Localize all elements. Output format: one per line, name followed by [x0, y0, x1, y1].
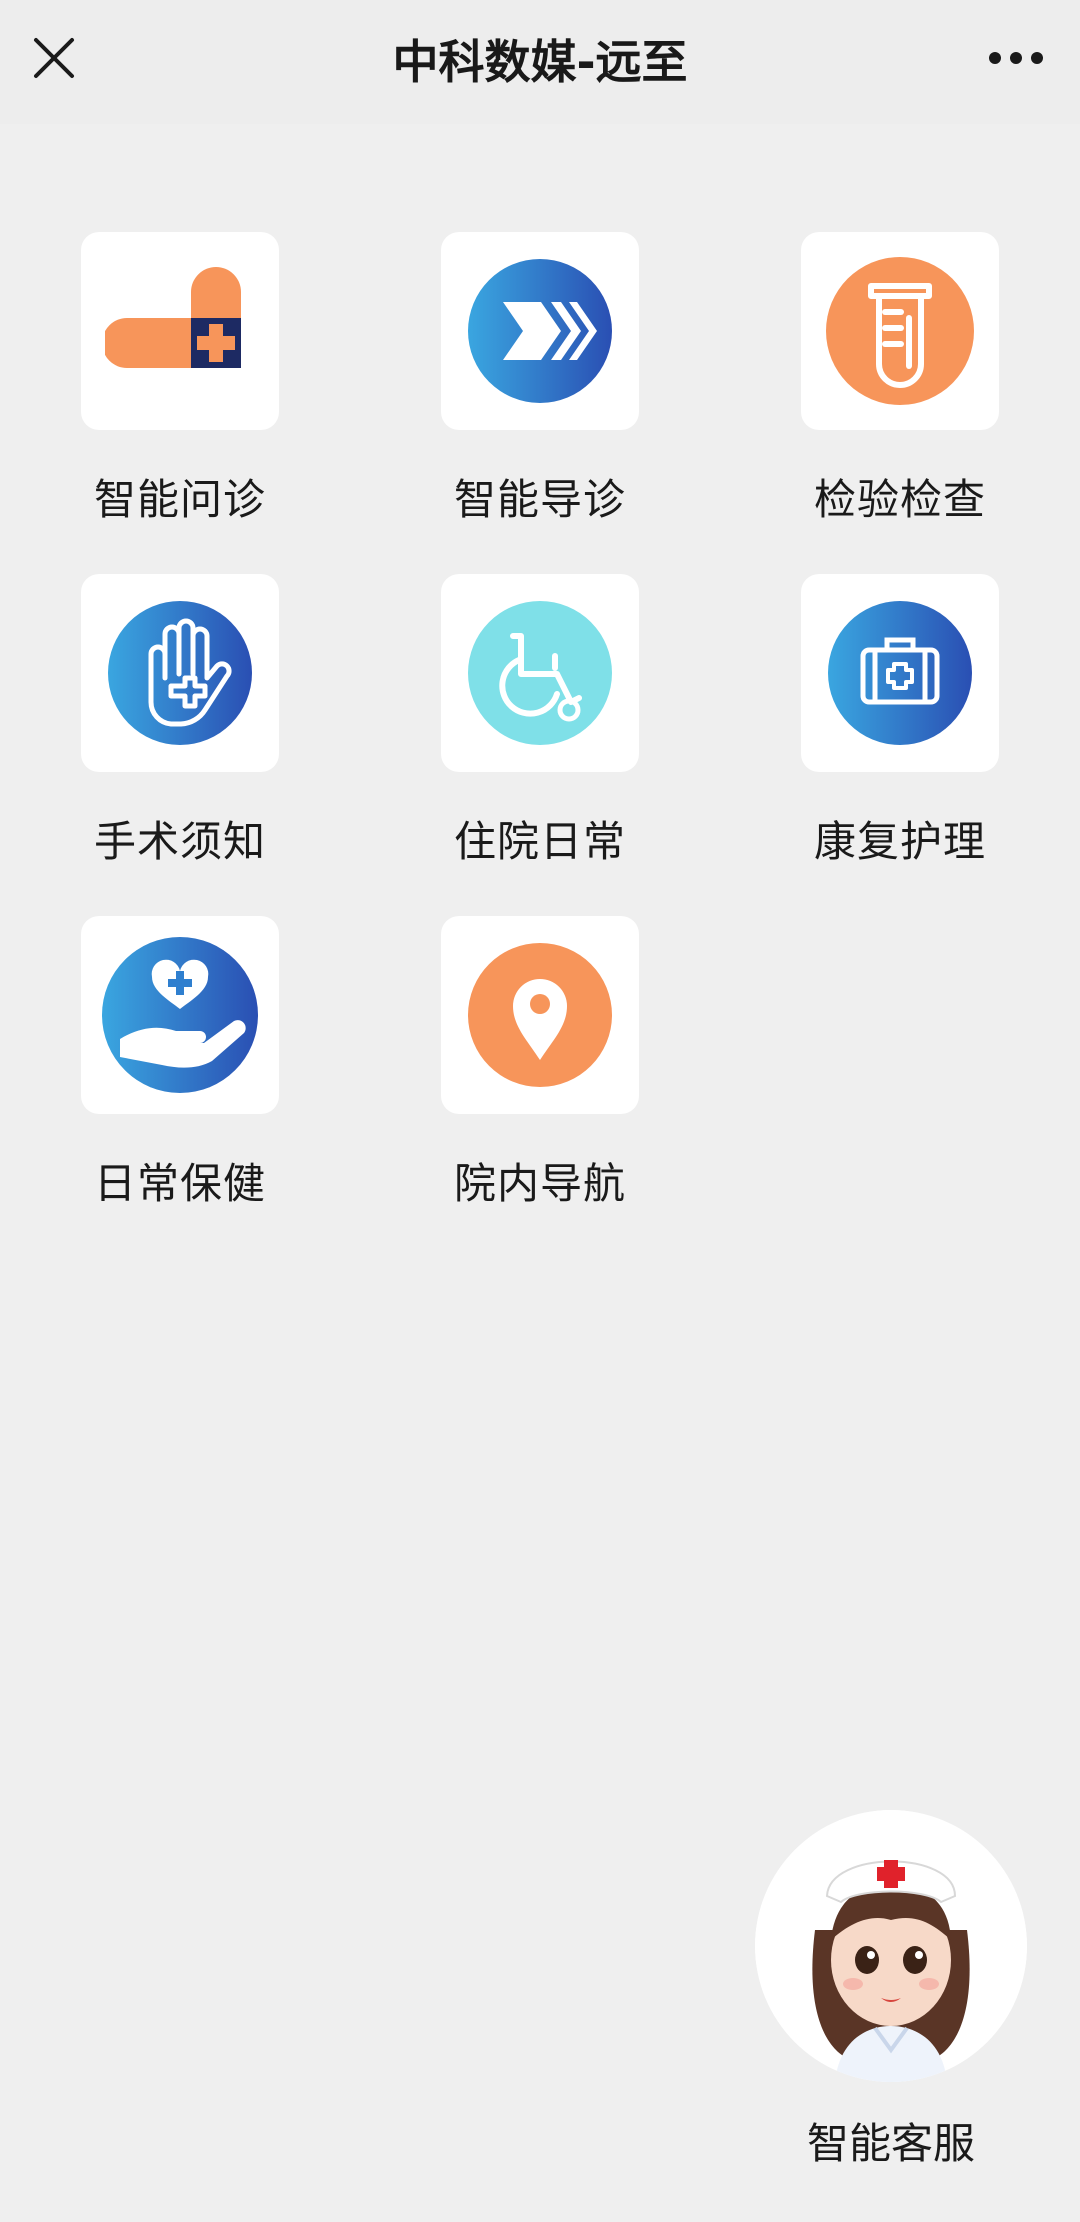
tile-icon-box — [441, 574, 639, 772]
hand-heart-icon — [102, 937, 258, 1093]
page-title: 中科数媒-远至 — [392, 35, 688, 89]
tile-hospital-navigation[interactable]: 院内导航 — [420, 916, 660, 1211]
tile-label: 手术须知 — [93, 817, 266, 866]
tile-icon-box — [81, 574, 279, 772]
tile-label: 康复护理 — [813, 817, 986, 866]
smart-customer-service[interactable]: 智能客服 — [754, 1810, 1028, 2171]
tile-hospital-daily[interactable]: 住院日常 — [420, 574, 660, 869]
close-button[interactable] — [24, 28, 84, 88]
tile-label: 住院日常 — [453, 817, 626, 866]
tile-icon-box — [801, 574, 999, 772]
nurse-avatar — [755, 1810, 1027, 2082]
more-icon — [989, 52, 1043, 64]
test-tube-icon — [826, 257, 974, 405]
location-pin-icon — [468, 943, 612, 1087]
tile-rehab-care[interactable]: 康复护理 — [780, 574, 1020, 869]
tile-icon-box — [81, 916, 279, 1114]
tile-label: 检验检查 — [813, 475, 986, 524]
tile-smart-guidance[interactable]: 智能导诊 — [420, 232, 660, 527]
medical-cross-bandage-icon — [105, 267, 241, 368]
hand-cross-icon — [108, 601, 252, 745]
tile-label: 院内导航 — [453, 1159, 626, 1208]
chevron-forward-icon — [468, 259, 612, 403]
tile-label: 日常保健 — [93, 1159, 266, 1208]
tile-icon-box — [441, 232, 639, 430]
medical-kit-icon — [828, 601, 972, 745]
top-bar: 中科数媒-远至 — [0, 0, 1080, 124]
tile-icon-box — [801, 232, 999, 430]
tile-label: 智能导诊 — [453, 475, 626, 524]
more-button[interactable] — [976, 28, 1056, 88]
tile-icon-box — [81, 232, 279, 430]
tile-icon-box — [441, 916, 639, 1114]
tile-surgery-notice[interactable]: 手术须知 — [60, 574, 300, 869]
tile-daily-health[interactable]: 日常保健 — [60, 916, 300, 1211]
tile-lab-tests[interactable]: 检验检查 — [780, 232, 1020, 527]
assistant-label: 智能客服 — [806, 2119, 975, 2168]
wheelchair-icon — [468, 601, 612, 745]
close-icon — [34, 38, 74, 78]
tile-smart-consultation[interactable]: 智能问诊 — [60, 232, 300, 527]
tile-label: 智能问诊 — [93, 475, 266, 524]
